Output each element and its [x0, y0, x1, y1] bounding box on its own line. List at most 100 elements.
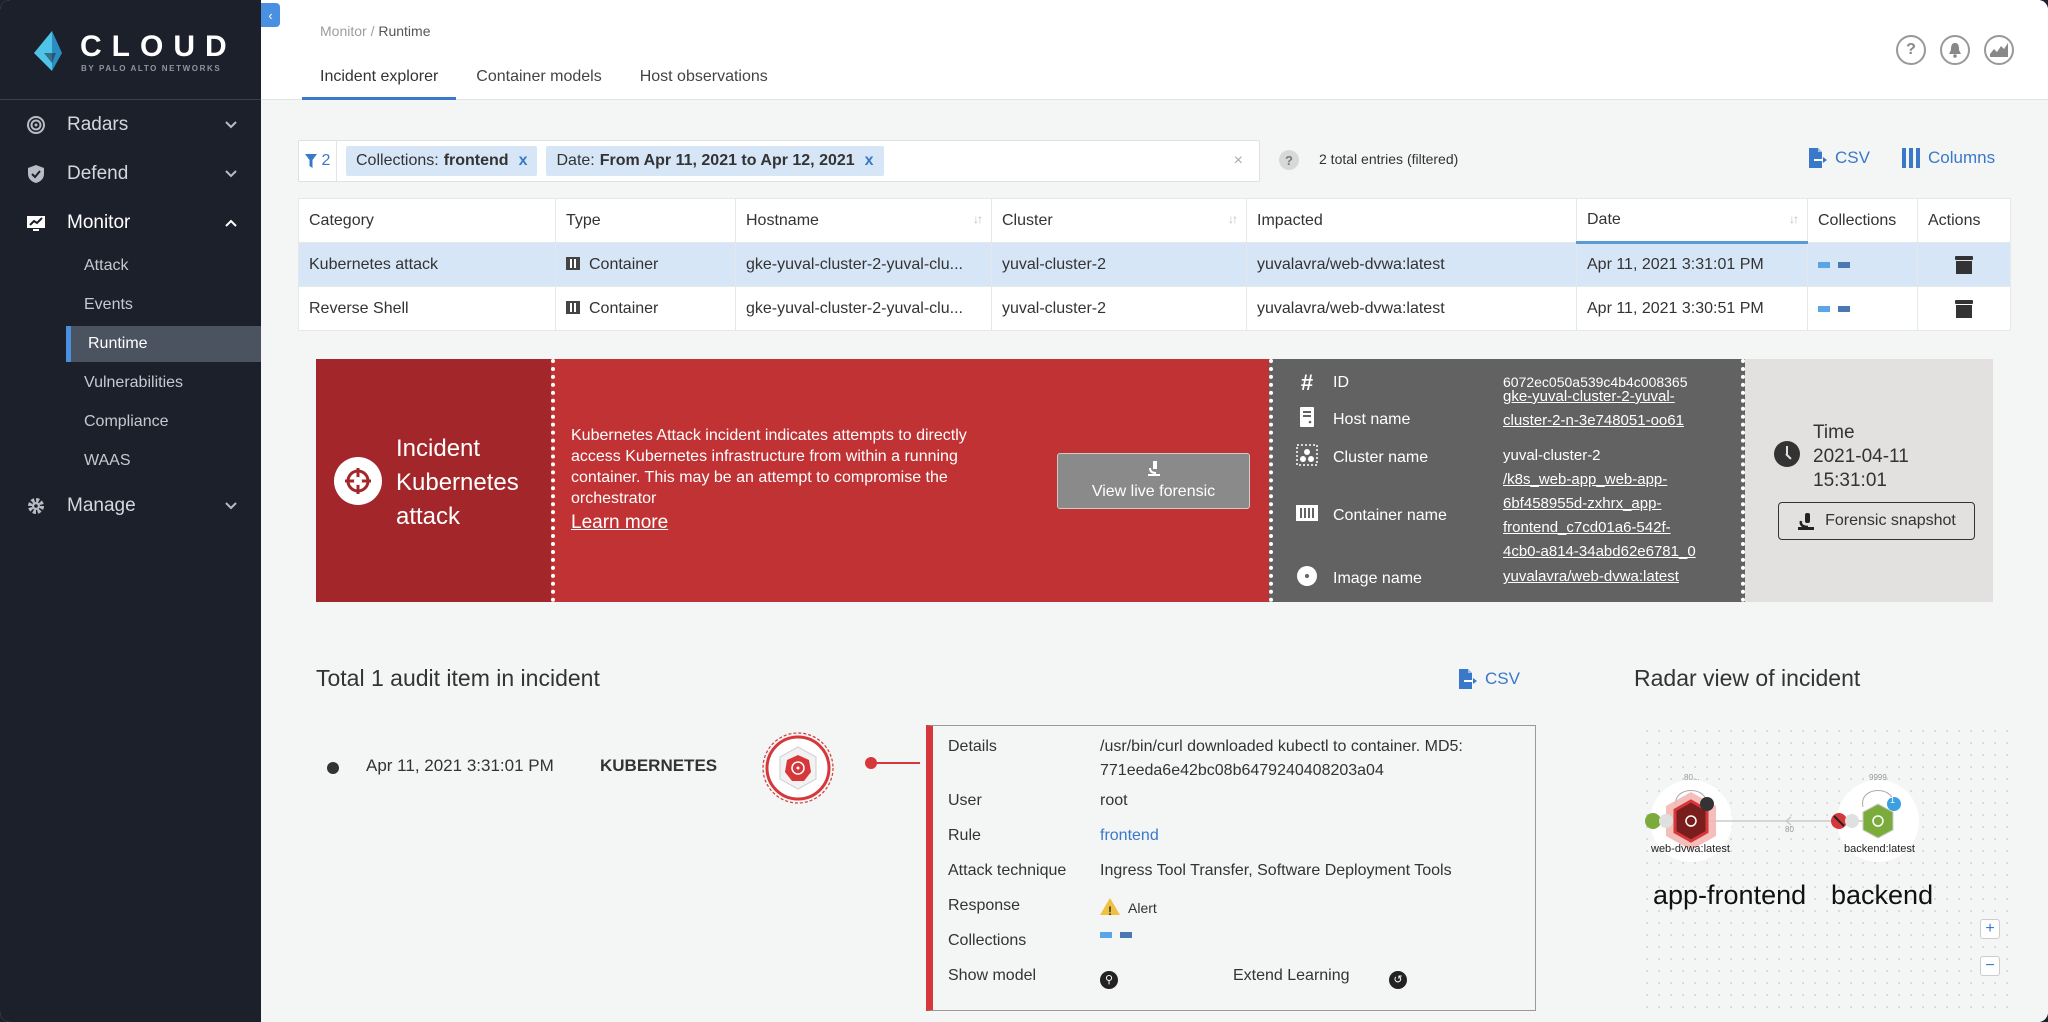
shield-check-icon [28, 165, 44, 183]
tab-incident-explorer[interactable]: Incident explorer [301, 68, 457, 100]
remove-chip-icon[interactable]: x [865, 152, 874, 170]
info-host-value[interactable]: gke-yuval-cluster-2-yuval-cluster-2-n-3e… [1503, 385, 1684, 433]
column-header-collections[interactable]: Collections [1807, 198, 1918, 243]
info-image: Image name [1295, 565, 1422, 592]
microscope-icon [1798, 513, 1815, 530]
brand-name: CLOUD [80, 30, 237, 63]
collection-swatch[interactable] [1100, 932, 1112, 938]
node-image-label[interactable]: web-dvwa:latest [1651, 843, 1730, 855]
column-header-date[interactable]: Date ↓↑ [1576, 198, 1808, 244]
extend-learning-button[interactable]: ↺ [1389, 967, 1407, 991]
filter-count[interactable]: 2 [299, 141, 337, 181]
sidebar-item-monitor[interactable]: Monitor [0, 203, 261, 243]
namespace-label: backend [1831, 880, 1934, 910]
incident-description: Kubernetes Attack incident indicates att… [571, 427, 967, 507]
help-icon[interactable]: ? [1279, 150, 1299, 170]
forensic-snapshot-button[interactable]: Forensic snapshot [1778, 502, 1975, 540]
sidebar-subitem-compliance[interactable]: Compliance [66, 404, 261, 440]
cell-cluster: yuval-cluster-2 [991, 286, 1247, 331]
sidebar-subitem-waas[interactable]: WAAS [66, 443, 261, 479]
cell-type-label: Container [589, 255, 659, 273]
columns-button[interactable]: Columns [1902, 148, 1995, 168]
table-row[interactable]: Reverse Shell Container gke-yuval-cluste… [298, 286, 2011, 331]
logo[interactable]: CLOUD BY PALO ALTO NETWORKS [34, 28, 234, 78]
incident-banner: Incident Kubernetes attack Kubernetes At… [316, 359, 1993, 602]
collection-swatch[interactable] [1818, 261, 1830, 268]
server-icon [1295, 407, 1319, 432]
node-port-label: 9999 [1869, 773, 1887, 782]
cell-cluster: yuval-cluster-2 [991, 242, 1247, 287]
show-model-button[interactable]: ⚲ [1100, 967, 1118, 991]
column-header-actions: Actions [1917, 198, 2011, 243]
sidebar-subitem-runtime[interactable]: Runtime [66, 326, 261, 362]
sort-icon[interactable]: ↓↑ [1789, 212, 1799, 226]
column-header-impacted[interactable]: Impacted [1246, 198, 1577, 243]
remove-chip-icon[interactable]: x [519, 152, 528, 170]
breadcrumb-parent[interactable]: Monitor [320, 23, 367, 39]
chip-key: Date: [556, 152, 595, 169]
clear-filters-icon[interactable]: × [1234, 152, 1243, 170]
audit-export-csv-button[interactable]: CSV [1459, 669, 1520, 689]
collection-swatch[interactable] [1838, 305, 1850, 312]
sort-icon[interactable]: ↓↑ [973, 212, 983, 226]
column-header-hostname[interactable]: Hostname ↓↑ [735, 198, 992, 243]
filter-chip-date[interactable]: Date: From Apr 11, 2021 to Apr 12, 2021 x [546, 146, 884, 176]
cell-actions [1917, 286, 2011, 331]
kubernetes-audit-icon[interactable] [761, 729, 835, 807]
sidebar-item-radars[interactable]: Radars [0, 105, 261, 145]
audit-details-card: Details /usr/bin/curl downloaded kubectl… [926, 725, 1536, 1011]
info-container-value[interactable]: /k8s_web-app_web-app- 6bf458955d-zxhrx_a… [1503, 468, 1696, 564]
cell-collections [1807, 286, 1918, 331]
sidebar-subitem-attack[interactable]: Attack [66, 248, 261, 284]
timeline-dot [327, 762, 339, 774]
cell-date: Apr 11, 2021 3:31:01 PM [1576, 242, 1808, 287]
filter-bar[interactable]: 2 Collections: frontend x Date: From Apr 11… [298, 140, 1260, 182]
table-row[interactable]: Kubernetes attack Container gke-yuval-cl… [298, 242, 2011, 287]
export-csv-button[interactable]: CSV [1809, 148, 1870, 168]
column-header-label: Collections [1818, 211, 1897, 229]
details-value-line: /usr/bin/curl downloaded kubectl to cont… [1100, 738, 1463, 755]
sidebar-subitem-vulnerabilities[interactable]: Vulnerabilities [66, 365, 261, 401]
node-image-label[interactable]: backend:latest [1844, 843, 1915, 855]
archive-icon[interactable] [1955, 299, 1973, 318]
filter-chip-collections[interactable]: Collections: frontend x [346, 146, 538, 176]
column-header-category[interactable]: Category [298, 198, 556, 243]
info-image-value[interactable]: yuvalavra/web-dvwa:latest [1503, 565, 1679, 589]
archive-icon[interactable] [1955, 255, 1973, 274]
sort-icon[interactable]: ↓↑ [1228, 212, 1238, 226]
cell-date: Apr 11, 2021 3:30:51 PM [1576, 286, 1808, 331]
sidebar-subitem-events[interactable]: Events [66, 287, 261, 323]
column-header-cluster[interactable]: Cluster ↓↑ [991, 198, 1247, 243]
collection-swatch[interactable] [1120, 932, 1132, 938]
rule-link[interactable]: frontend [1100, 824, 1159, 848]
collections-value [1100, 932, 1132, 938]
radar-canvas[interactable]: 1 1 80... 9999 80 web-dvwa:latest backen… [1641, 725, 2016, 1010]
collapse-sidebar-button[interactable]: ‹ [261, 3, 280, 27]
zoom-out-button[interactable]: − [1980, 956, 2000, 976]
incident-time: Time 2021-04-11 15:31:01 [1813, 421, 1909, 493]
collection-swatch[interactable] [1818, 305, 1830, 312]
chart-icon[interactable] [1984, 35, 2014, 65]
collection-swatch[interactable] [1838, 261, 1850, 268]
time-label: Time [1813, 422, 1855, 443]
column-header-type[interactable]: Type [555, 198, 736, 243]
sidebar-item-manage[interactable]: Manage [0, 486, 261, 526]
help-icon[interactable]: ? [1896, 35, 1926, 65]
learn-more-link[interactable]: Learn more [571, 512, 668, 534]
tab-host-observations[interactable]: Host observations [640, 68, 768, 98]
breadcrumb-separator: / [366, 23, 379, 39]
radar-graph [1645, 780, 1919, 862]
view-live-forensic-label: View live forensic [1091, 483, 1216, 500]
view-live-forensic-button[interactable]: View live forensic [1057, 453, 1250, 509]
tab-container-models[interactable]: Container models [476, 68, 601, 98]
breadcrumb: Monitor / Runtime [320, 23, 431, 39]
info-host-value-line: gke-yuval-cluster-2-yuval- [1503, 388, 1675, 405]
column-header-label: Date [1587, 211, 1621, 228]
info-id: # ID [1295, 370, 1349, 396]
refresh-icon[interactable]: ↺ [1389, 971, 1407, 989]
sidebar-item-label: Monitor [67, 212, 131, 233]
zoom-in-button[interactable]: + [1980, 919, 2000, 939]
sidebar-item-defend[interactable]: Defend [0, 154, 261, 194]
search-icon[interactable]: ⚲ [1100, 971, 1118, 989]
bell-icon[interactable] [1940, 35, 1970, 65]
